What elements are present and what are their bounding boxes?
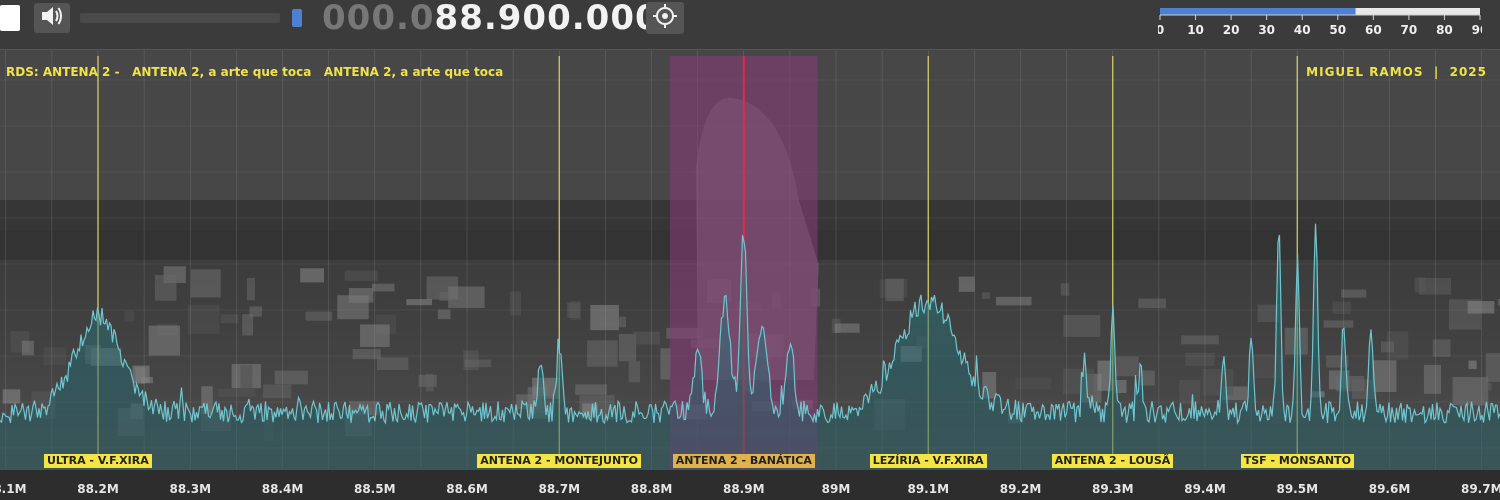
center-frequency-button[interactable]: [646, 2, 684, 34]
signal-meter: 0 10 20 30 40 50 60 70 80 90: [1156, 4, 1488, 40]
volume-slider[interactable]: [80, 13, 280, 23]
signal-meter-tick-label: 90: [1472, 23, 1482, 37]
signal-meter-tick-label: 50: [1329, 23, 1346, 37]
axis-tick-label: 88.2M: [77, 482, 119, 496]
rds-text: RDS: ANTENA 2 - ANTENA 2, a arte que toc…: [6, 65, 504, 79]
axis-tick-label: 89M: [821, 482, 851, 496]
signal-meter-bar: [1160, 8, 1356, 15]
axis-tick-label: 89.5M: [1276, 482, 1319, 496]
signal-meter-tick-label: 80: [1436, 23, 1453, 37]
volume-slider-thumb[interactable]: [292, 9, 302, 27]
credit-text: MIGUEL RAMOS | 2025: [1306, 65, 1487, 79]
axis-tick-label: 88.7M: [538, 482, 581, 496]
station-label[interactable]: LEZÍRIA - V.F.XIRA: [869, 454, 987, 468]
axis-tick-label: 88.9M: [722, 482, 765, 496]
signal-meter-tick-label: 10: [1187, 23, 1204, 37]
axis-tick-label: 88.3M: [169, 482, 212, 496]
axis-tick-label: 89.7M: [1460, 482, 1500, 496]
station-label[interactable]: TSF - MONSANTO: [1240, 454, 1354, 468]
signal-meter-tick-label: 30: [1258, 23, 1275, 37]
signal-meter-tick-label: 0: [1158, 23, 1164, 37]
spectrum-display[interactable]: RDS: ANTENA 2 - ANTENA 2, a arte que toc…: [0, 50, 1500, 470]
axis-tick-label: 89.3M: [1091, 482, 1134, 496]
station-label[interactable]: ANTENA 2 - LOUSÃ: [1051, 454, 1174, 468]
axis-tick-label: 88.6M: [446, 482, 488, 496]
signal-meter-tick-label: 40: [1294, 23, 1311, 37]
toolbar: 000.088.900.000 0 10 20 30 40 50 60 70 80 90: [0, 0, 1500, 50]
frequency-axis: 88.1M 88.2M 88.3M 88.4M 88.5M 88.6M 88.7M 88.8M…: [0, 470, 1500, 500]
signal-meter-tick-label: 70: [1401, 23, 1418, 37]
axis-tick-label: 88.5M: [353, 482, 396, 496]
axis-tick-label: 89.6M: [1368, 482, 1411, 496]
signal-meter-tick-label: 60: [1365, 23, 1382, 37]
station-label[interactable]: ANTENA 2 - BANÁTICA: [672, 454, 815, 468]
axis-tick-label: 89.1M: [907, 482, 950, 496]
speaker-icon: [40, 5, 64, 31]
axis-tick-label: 89.4M: [1184, 482, 1226, 496]
signal-meter-tick-label: 20: [1223, 23, 1240, 37]
crosshair-icon: [652, 3, 678, 33]
frequency-display[interactable]: 000.088.900.000: [322, 0, 660, 38]
frequency-leading-digits: 000.0: [322, 0, 435, 38]
frequency-value: 88.900.000: [434, 0, 660, 38]
axis-tick-label: 88.1M: [0, 482, 27, 496]
mute-button[interactable]: [34, 3, 70, 33]
station-label[interactable]: ANTENA 2 - MONTEJUNTO: [477, 454, 642, 468]
axis-tick-label: 88.8M: [630, 482, 673, 496]
axis-tick-label: 89.2M: [999, 482, 1042, 496]
stop-button[interactable]: [0, 5, 20, 31]
axis-tick-label: 88.4M: [261, 482, 304, 496]
station-label[interactable]: ULTRA - V.F.XIRA: [44, 454, 152, 468]
